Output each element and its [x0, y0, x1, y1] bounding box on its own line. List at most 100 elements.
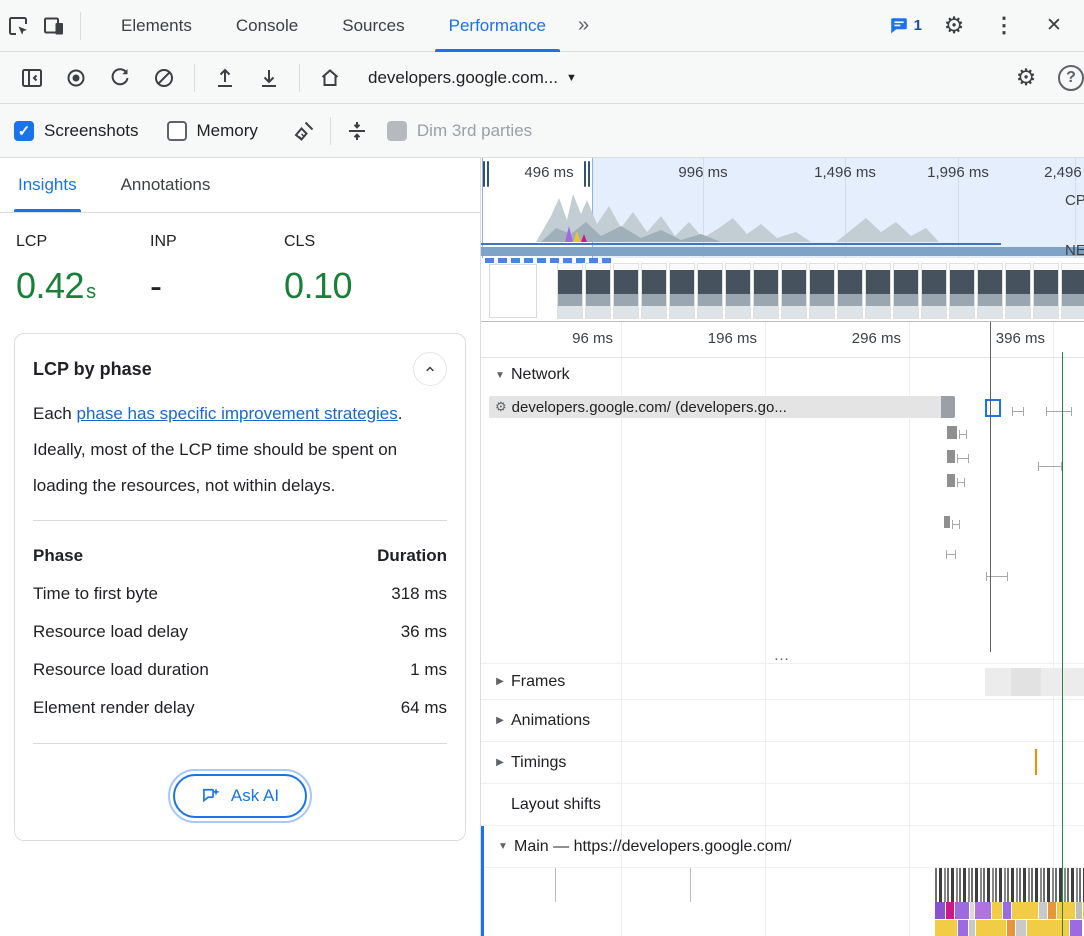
- record-button[interactable]: [58, 60, 94, 96]
- time-ruler[interactable]: 96 ms 196 ms 296 ms 396 ms: [481, 322, 1084, 358]
- memory-label[interactable]: Memory: [197, 121, 258, 141]
- filmstrip-thumbnail[interactable]: [585, 263, 611, 319]
- filmstrip-thumbnail[interactable]: [641, 263, 667, 319]
- frame-blocks: [985, 668, 1084, 696]
- record-icon: [64, 66, 88, 90]
- dim-3rd-parties-label[interactable]: Dim 3rd parties: [417, 121, 532, 141]
- overflow-dots: …: [774, 647, 792, 665]
- clear-recording-button[interactable]: [146, 60, 182, 96]
- net-lane-label: NET: [1065, 242, 1084, 259]
- request-whisker[interactable]: [952, 520, 960, 529]
- tab-insights[interactable]: Insights: [14, 158, 81, 212]
- request-whisker[interactable]: [1012, 407, 1024, 416]
- selection-right-handle[interactable]: [584, 161, 590, 187]
- track-label: Timings: [511, 754, 566, 772]
- filmstrip-thumbnail[interactable]: [921, 263, 947, 319]
- phase-duration: 318 ms: [377, 575, 447, 613]
- page-selector-dropdown[interactable]: developers.google.com... ▼: [358, 64, 587, 92]
- track-header-timings[interactable]: ▶ Timings: [481, 742, 1084, 784]
- settings-button[interactable]: ⚙: [936, 8, 972, 44]
- filmstrip-thumbnail[interactable]: [1033, 263, 1059, 319]
- help-button[interactable]: ?: [1058, 65, 1084, 91]
- network-request-bar[interactable]: ⚙ developers.google.com/ (developers.go.…: [489, 396, 955, 418]
- filmstrip-thumbnail[interactable]: [669, 263, 695, 319]
- selection-left-handle[interactable]: [483, 161, 489, 187]
- filmstrip-thumbnail[interactable]: [949, 263, 975, 319]
- filmstrip-thumbnail[interactable]: [893, 263, 919, 319]
- track-label: Frames: [511, 673, 565, 691]
- filmstrip-thumbnail[interactable]: [613, 263, 639, 319]
- request-whisker[interactable]: [957, 454, 969, 463]
- timing-marker[interactable]: [1035, 749, 1037, 775]
- track-header-frames[interactable]: ▶ Frames: [481, 664, 1084, 700]
- load-profile-button[interactable]: [207, 60, 243, 96]
- memory-checkbox[interactable]: [167, 121, 187, 141]
- screenshots-label[interactable]: Screenshots: [44, 121, 139, 141]
- track-header-main[interactable]: ▼ Main — https://developers.google.com/: [484, 826, 1084, 868]
- request-whisker[interactable]: [1038, 462, 1062, 471]
- network-track-resize-handle[interactable]: …: [481, 648, 1084, 664]
- collapse-sections-button[interactable]: [339, 113, 375, 149]
- filmstrip-thumbnail[interactable]: [557, 263, 583, 319]
- issues-button[interactable]: 1: [888, 15, 922, 37]
- devtools-menu-button[interactable]: ⋮: [986, 8, 1022, 44]
- live-metrics-button[interactable]: [312, 60, 348, 96]
- ruler-tick: 96 ms: [483, 330, 613, 347]
- request-whisker[interactable]: [959, 430, 967, 439]
- tab-performance[interactable]: Performance: [427, 0, 568, 52]
- overview-tick: 1,496 ms: [814, 164, 876, 181]
- timeline-overview[interactable]: 496 ms 996 ms 1,496 ms 1,996 ms 2,496 ms…: [481, 158, 1084, 322]
- capture-settings-button[interactable]: ⚙: [1008, 60, 1044, 96]
- screenshots-checkbox[interactable]: [14, 121, 34, 141]
- tab-sources[interactable]: Sources: [320, 0, 426, 52]
- collect-garbage-button[interactable]: [286, 113, 322, 149]
- filmstrip-thumbnail[interactable]: [1061, 263, 1084, 319]
- track-label: Main — https://developers.google.com/: [514, 838, 791, 856]
- filmstrip-thumbnail[interactable]: [837, 263, 863, 319]
- selected-request-outline[interactable]: [985, 399, 1001, 417]
- more-tabs-button[interactable]: »: [568, 14, 599, 37]
- collapse-card-button[interactable]: [413, 352, 447, 386]
- filmstrip-thumbnail[interactable]: [753, 263, 779, 319]
- filmstrip-thumbnail[interactable]: [865, 263, 891, 319]
- dim-3rd-parties-checkbox[interactable]: [387, 121, 407, 141]
- filmstrip-thumbnail[interactable]: [697, 263, 723, 319]
- tab-annotations[interactable]: Annotations: [117, 158, 215, 212]
- main-thread-track: ▼ Main — https://developers.google.com/: [481, 826, 1084, 936]
- network-request-bar-small[interactable]: [947, 426, 957, 439]
- device-toolbar-button[interactable]: [36, 8, 72, 44]
- close-devtools-button[interactable]: ✕: [1036, 8, 1072, 44]
- network-request-bar-small[interactable]: [947, 474, 955, 487]
- filmstrip-thumbnail[interactable]: [725, 263, 751, 319]
- tab-console[interactable]: Console: [214, 0, 320, 52]
- filmstrip-thumbnail[interactable]: [1005, 263, 1031, 319]
- desc-text: Each: [33, 404, 76, 423]
- improvement-strategies-link[interactable]: phase has specific improvement strategie…: [76, 404, 397, 423]
- network-request-bar-small[interactable]: [944, 516, 950, 528]
- toggle-sidebar-button[interactable]: [14, 60, 50, 96]
- request-whisker[interactable]: [957, 478, 965, 487]
- filmstrip-thumbnail[interactable]: [977, 263, 1003, 319]
- request-whisker[interactable]: [1046, 407, 1072, 416]
- save-profile-button[interactable]: [251, 60, 287, 96]
- filmstrip-thumbnail-blank[interactable]: [489, 264, 537, 318]
- phase-table: Phase Duration Time to first byte 318 ms…: [33, 537, 447, 727]
- track-header-animations[interactable]: ▶ Animations: [481, 700, 1084, 742]
- tab-elements[interactable]: Elements: [99, 0, 214, 52]
- filmstrip-thumbnail[interactable]: [809, 263, 835, 319]
- track-header-layout-shifts[interactable]: Layout shifts: [481, 784, 1084, 826]
- filmstrip-thumbnail[interactable]: [781, 263, 807, 319]
- inspect-element-button[interactable]: [0, 8, 36, 44]
- inspect-icon: [6, 14, 30, 38]
- metric-value: -: [150, 265, 162, 306]
- track-header-network[interactable]: ▼ Network: [481, 358, 1084, 392]
- ruler-tick: 396 ms: [915, 330, 1045, 347]
- divider: [33, 520, 447, 521]
- main-flame-chart[interactable]: [484, 868, 1084, 936]
- reload-and-record-button[interactable]: [102, 60, 138, 96]
- divider: [330, 117, 331, 145]
- lcp-by-phase-card: LCP by phase Each phase has specific imp…: [14, 333, 466, 841]
- ask-ai-button[interactable]: Ask AI: [173, 774, 307, 818]
- request-whisker[interactable]: [946, 550, 956, 559]
- network-request-bar-small[interactable]: [947, 450, 955, 463]
